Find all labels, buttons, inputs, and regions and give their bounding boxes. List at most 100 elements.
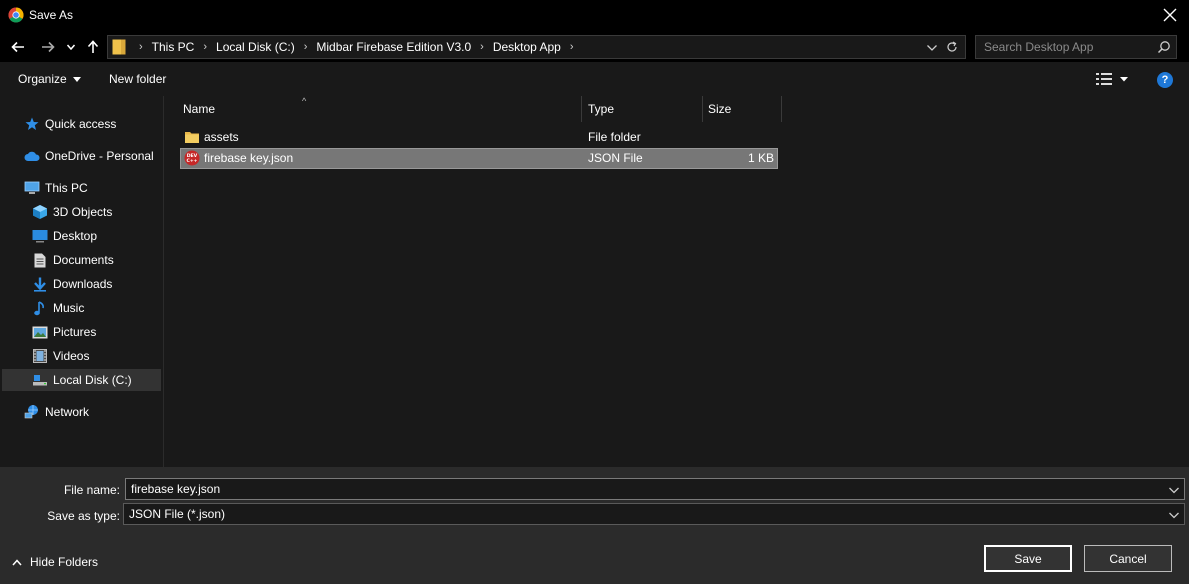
search-icon[interactable] (1157, 40, 1171, 54)
file-name-label: File name: (63, 483, 120, 497)
breadcrumb-midbar[interactable]: Midbar Firebase Edition V3.0 (312, 40, 475, 54)
file-name-field[interactable]: firebase key.json (125, 478, 1185, 500)
hide-folders-label: Hide Folders (30, 555, 99, 569)
breadcrumb-desktop-app[interactable]: Desktop App (489, 40, 565, 54)
sidebar-item-label: Quick access (45, 117, 117, 131)
sidebar-item-this-pc[interactable]: This PC (24, 177, 88, 199)
chevron-down-icon[interactable] (63, 36, 79, 58)
sidebar-item-label: Desktop (53, 229, 98, 243)
close-icon[interactable] (1159, 4, 1181, 26)
file-name-value[interactable]: firebase key.json (131, 482, 220, 496)
cancel-button[interactable]: Cancel (1084, 545, 1172, 572)
sidebar-item-music[interactable]: Music (32, 297, 84, 319)
navigation-bar: › This PC › Local Disk (C:) › Midbar Fir… (0, 32, 1189, 62)
chevron-right-icon[interactable]: › (198, 41, 212, 53)
sidebar-item-label: 3D Objects (53, 205, 113, 219)
window-title: Save As (29, 8, 74, 22)
computer-icon (24, 180, 40, 196)
sidebar-item-3d-objects[interactable]: 3D Objects (32, 201, 112, 223)
cloud-icon (24, 148, 40, 164)
organize-button[interactable]: Organize (18, 72, 82, 86)
breadcrumb-local-disk[interactable]: Local Disk (C:) (212, 40, 299, 54)
column-divider[interactable] (702, 96, 703, 122)
help-icon[interactable]: ? (1157, 72, 1173, 88)
chevron-up-icon (12, 558, 22, 565)
sidebar-item-label: Network (45, 405, 90, 419)
view-options-icon[interactable] (1096, 73, 1112, 85)
column-header-size[interactable]: Size (708, 102, 731, 128)
sidebar-item-label: OneDrive - Personal (45, 149, 154, 163)
new-folder-button[interactable]: New folder (109, 72, 166, 86)
refresh-icon[interactable] (945, 40, 959, 54)
file-type: File folder (588, 130, 641, 144)
search-input[interactable] (976, 36, 1154, 58)
chevron-right-icon: › (139, 41, 143, 53)
save-button[interactable]: Save (984, 545, 1072, 572)
file-name: firebase key.json (204, 151, 294, 165)
hide-folders-button[interactable]: Hide Folders (12, 555, 98, 569)
sidebar-item-pictures[interactable]: Pictures (32, 321, 96, 343)
sidebar-item-downloads[interactable]: Downloads (32, 273, 112, 295)
sidebar-item-label: Videos (53, 349, 90, 363)
sidebar-item-quick-access[interactable]: Quick access (24, 113, 116, 135)
column-divider[interactable] (781, 96, 782, 122)
cube-icon (32, 204, 48, 220)
folder-icon (112, 39, 126, 55)
save-type-select[interactable]: JSON File (*.json) (123, 503, 1185, 525)
pictures-icon (32, 324, 48, 340)
svg-text:C++: C++ (186, 158, 197, 164)
up-arrow-icon[interactable] (83, 36, 103, 58)
navigation-pane: Quick access OneDrive - Personal This PC… (0, 96, 163, 467)
star-icon (24, 116, 40, 132)
breadcrumb: › This PC › Local Disk (C:) › Midbar Fir… (134, 40, 579, 54)
sidebar-item-local-disk[interactable]: Local Disk (C:) (2, 369, 161, 391)
sidebar-item-label: Documents (53, 253, 114, 267)
breadcrumb-this-pc[interactable]: This PC (148, 40, 199, 54)
chevron-down-icon[interactable] (1168, 509, 1180, 521)
sidebar-item-onedrive[interactable]: OneDrive - Personal (24, 145, 154, 167)
download-icon (32, 276, 48, 292)
chevron-right-icon[interactable]: › (565, 41, 579, 53)
forward-arrow-icon[interactable] (38, 36, 58, 58)
document-icon (32, 252, 48, 268)
column-divider[interactable] (581, 96, 582, 122)
video-icon (32, 348, 48, 364)
sidebar-item-label: This PC (45, 181, 88, 195)
file-row-assets[interactable]: assets File folder (180, 127, 778, 148)
sidebar-item-label: Downloads (53, 277, 113, 291)
file-size: 1 KB (747, 151, 774, 165)
save-options-panel: File name: firebase key.json Save as typ… (0, 467, 1189, 584)
sidebar-item-label: Music (53, 301, 85, 315)
chevron-right-icon[interactable]: › (299, 41, 313, 53)
chrome-icon (8, 7, 24, 23)
desktop-icon (32, 228, 48, 244)
file-list: ^ Name Type Size assets File folder DEV … (164, 96, 1189, 467)
devcpp-file-icon: DEV C++ (184, 150, 200, 166)
sidebar-item-desktop[interactable]: Desktop (32, 225, 97, 247)
column-header-type[interactable]: Type (588, 102, 614, 128)
column-header-name[interactable]: Name (183, 102, 215, 128)
drive-icon (32, 372, 48, 388)
back-arrow-icon[interactable] (8, 36, 28, 58)
music-icon (32, 300, 48, 316)
title-bar: Save As (0, 0, 1189, 30)
network-icon (24, 404, 40, 420)
chevron-right-icon[interactable]: › (475, 41, 489, 53)
organize-label: Organize (18, 72, 67, 86)
sidebar-item-documents[interactable]: Documents (32, 249, 114, 271)
save-type-value: JSON File (*.json) (129, 507, 226, 521)
file-type: JSON File (588, 151, 643, 165)
chevron-down-icon[interactable] (1119, 74, 1129, 84)
sidebar-item-label: Local Disk (C:) (53, 373, 132, 387)
address-bar[interactable]: › This PC › Local Disk (C:) › Midbar Fir… (107, 35, 966, 59)
folder-icon (185, 132, 199, 143)
search-box[interactable] (975, 35, 1177, 59)
address-history-chevron-icon[interactable] (925, 41, 939, 55)
sort-ascending-icon: ^ (302, 96, 307, 106)
sidebar-item-label: Pictures (53, 325, 97, 339)
sidebar-item-network[interactable]: Network (24, 401, 89, 423)
chevron-down-icon[interactable] (1168, 484, 1180, 496)
chevron-down-icon (73, 77, 82, 83)
sidebar-item-videos[interactable]: Videos (32, 345, 89, 367)
file-row-firebase-key[interactable]: DEV C++ firebase key.json JSON File 1 KB (180, 148, 778, 169)
